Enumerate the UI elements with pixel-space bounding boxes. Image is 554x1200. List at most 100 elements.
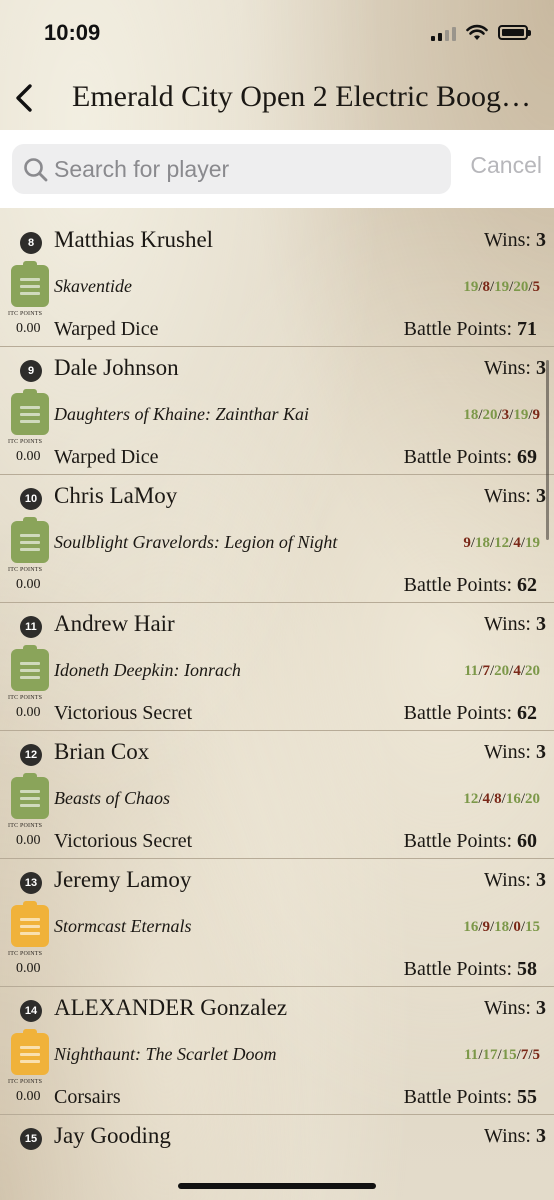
wins-value: 3 — [536, 357, 546, 379]
round-score: 5 — [532, 279, 541, 295]
wins-text: Wins: 3 — [484, 997, 546, 1020]
wins-label: Wins: — [484, 997, 531, 1019]
battle-points: Battle Points: 58 — [404, 958, 537, 981]
round-scores: 19/8/19/20/5 — [463, 279, 541, 295]
battle-points: Battle Points: 62 — [404, 702, 537, 725]
wins-text: Wins: 3 — [484, 1125, 546, 1148]
player-row[interactable]: 10 Chris LaMoy Wins: 3 Soulblight Gravelord… — [0, 475, 554, 603]
nav-bar: Emerald City Open 2 Electric Boog… — [0, 64, 554, 130]
player-row[interactable]: 11 Andrew Hair Wins: 3 Idoneth Deepkin: Ion… — [0, 603, 554, 731]
battle-points-label: Battle Points: — [403, 958, 512, 980]
round-score: 20 — [513, 279, 529, 295]
army-list-icon[interactable] — [11, 261, 49, 307]
search-bar: Cancel — [0, 130, 554, 208]
battle-points-value: 55 — [517, 1086, 537, 1108]
player-row[interactable]: 14 ALEXANDER Gonzalez Wins: 3 Nighthaunt: T… — [0, 987, 554, 1115]
search-input[interactable] — [54, 144, 444, 194]
battle-points: Battle Points: 69 — [404, 446, 537, 469]
battle-points-label: Battle Points: — [403, 1086, 512, 1108]
chevron-left-icon — [16, 84, 32, 112]
round-score: 0 — [513, 919, 521, 935]
itc-points-value: 0.00 — [16, 321, 41, 336]
round-score: 15 — [525, 919, 540, 935]
round-score: 20 — [525, 791, 540, 807]
itc-points-label: ITC POINTS — [8, 567, 43, 573]
round-score: 7 — [482, 663, 490, 679]
round-score: 16 — [463, 919, 479, 935]
round-score: 4 — [513, 663, 521, 679]
cancel-button[interactable]: Cancel — [470, 152, 542, 179]
player-row[interactable]: 12 Brian Cox Wins: 3 Beasts of Chaos 12/4/8/… — [0, 731, 554, 859]
status-bar: 10:09 — [0, 0, 554, 64]
army-name: Soulblight Gravelords: Legion of Night — [54, 532, 338, 552]
rank-badge: 15 — [20, 1128, 42, 1150]
player-name: Chris LaMoy — [54, 483, 178, 508]
battle-points-value: 58 — [517, 958, 537, 980]
round-score: 4 — [482, 791, 490, 807]
round-score: 11 — [464, 663, 479, 679]
battle-points-value: 62 — [517, 702, 537, 724]
back-button[interactable] — [8, 78, 40, 118]
army-name: Nighthaunt: The Scarlet Doom — [54, 1044, 277, 1064]
round-score: 16 — [505, 791, 521, 807]
round-scores: 16/9/18/0/15 — [463, 919, 540, 935]
round-score: 8 — [494, 791, 502, 807]
home-indicator[interactable] — [178, 1183, 376, 1189]
rank-badge: 8 — [20, 232, 42, 254]
round-score: 19 — [525, 535, 540, 551]
round-scores: 18/20/3/19/9 — [463, 407, 540, 423]
wins-value: 3 — [536, 869, 546, 891]
player-name: ALEXANDER Gonzalez — [54, 995, 288, 1020]
army-list-icon[interactable] — [11, 1029, 49, 1075]
battle-points-label: Battle Points: — [403, 702, 512, 724]
player-row[interactable]: 13 Jeremy Lamoy Wins: 3 Stormcast Eternals 1… — [0, 859, 554, 987]
round-scores: 11/7/20/4/20 — [464, 663, 540, 679]
round-score: 17 — [482, 1047, 498, 1063]
status-time: 10:09 — [44, 20, 101, 45]
page-title: Emerald City Open 2 Electric Boog… — [72, 80, 532, 113]
status-icons — [431, 24, 531, 41]
player-name: Brian Cox — [54, 739, 150, 764]
battle-points-label: Battle Points: — [403, 318, 512, 340]
wins-value: 3 — [536, 741, 546, 763]
army-name: Skaventide — [54, 276, 132, 296]
round-score: 18 — [494, 919, 510, 935]
army-list-icon[interactable] — [11, 645, 49, 691]
wins-text: Wins: 3 — [484, 485, 546, 508]
army-list-icon[interactable] — [11, 517, 49, 563]
round-score: 12 — [494, 535, 510, 551]
army-list-icon[interactable] — [11, 901, 49, 947]
player-row[interactable]: 8 Matthias Krushel Wins: 3 Skaventide 19/8/1… — [0, 219, 554, 347]
wins-value: 3 — [536, 997, 546, 1019]
itc-points-label: ITC POINTS — [8, 823, 43, 829]
itc-points-value: 0.00 — [16, 1089, 41, 1104]
itc-points-value: 0.00 — [16, 449, 41, 464]
itc-points-label: ITC POINTS — [8, 439, 43, 445]
round-score: 20 — [494, 663, 510, 679]
army-name: Daughters of Khaine: Zainthar Kai — [54, 404, 310, 424]
player-name: Andrew Hair — [54, 611, 175, 636]
itc-points-label: ITC POINTS — [8, 311, 43, 317]
wins-label: Wins: — [484, 229, 531, 251]
itc-points-value: 0.00 — [16, 577, 41, 592]
round-score: 9 — [482, 919, 490, 935]
scrollbar[interactable] — [546, 360, 549, 540]
round-score: 8 — [482, 279, 490, 295]
battle-points-label: Battle Points: — [403, 830, 512, 852]
team-name: Victorious Secret — [54, 830, 193, 852]
army-list-icon[interactable] — [11, 389, 49, 435]
round-score: 5 — [532, 1047, 541, 1063]
player-row[interactable]: 9 Dale Johnson Wins: 3 Daughters of Khaine:… — [0, 347, 554, 475]
itc-points-label: ITC POINTS — [8, 695, 43, 701]
round-score: 15 — [501, 1047, 517, 1063]
battle-points: Battle Points: 71 — [404, 318, 537, 341]
battle-points: Battle Points: 62 — [404, 574, 537, 597]
round-score: 20 — [525, 663, 540, 679]
army-list-icon[interactable] — [11, 773, 49, 819]
search-field[interactable] — [12, 144, 451, 194]
itc-points-value: 0.00 — [16, 961, 41, 976]
wins-text: Wins: 3 — [484, 229, 546, 252]
wins-value: 3 — [536, 1125, 546, 1147]
battle-points-value: 71 — [517, 318, 537, 340]
round-score: 12 — [463, 791, 479, 807]
